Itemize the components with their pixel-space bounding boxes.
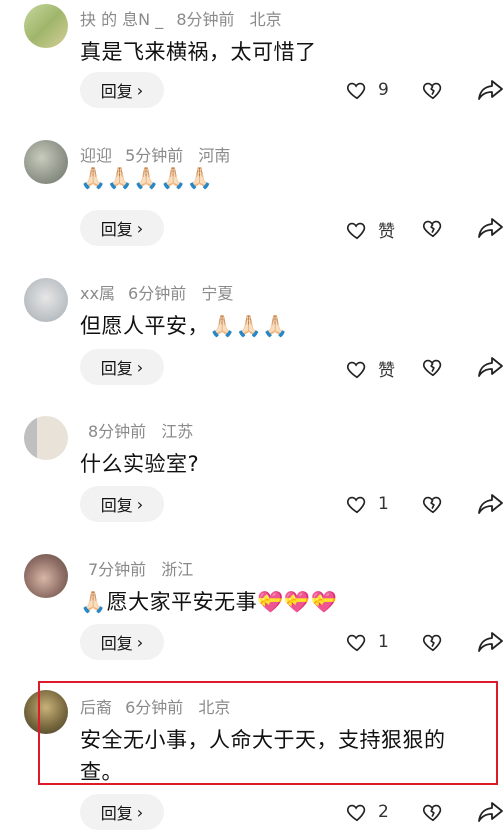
heart-outline-icon	[346, 634, 366, 652]
heart-outline-icon	[346, 496, 366, 514]
timestamp: 6分钟前	[128, 284, 187, 303]
like-button[interactable]: 1	[346, 631, 389, 653]
location: 浙江	[161, 560, 194, 579]
heart-outline-icon	[346, 361, 366, 378]
reply-button[interactable]: 回复 ›	[80, 486, 164, 522]
comment-text: 真是飞来横祸，太可惜了	[80, 40, 317, 64]
avatar[interactable]	[24, 278, 68, 322]
chevron-right-icon: ›	[136, 494, 144, 514]
location: 江苏	[161, 422, 194, 441]
reply-button[interactable]: 回复 ›	[80, 624, 164, 660]
like-button[interactable]: 9	[346, 79, 389, 101]
username[interactable]: 抉 的 息N _	[80, 10, 163, 29]
reply-label: 回复	[100, 359, 133, 378]
heart-outline-icon	[346, 804, 366, 822]
timestamp: 8分钟前	[176, 10, 235, 29]
like-button[interactable]: 赞	[346, 356, 395, 381]
comment-text: 什么实验室?	[80, 452, 200, 476]
like-button[interactable]: 1	[346, 493, 389, 515]
like-button[interactable]: 赞	[346, 217, 395, 242]
like-count: 1	[378, 632, 389, 652]
comment-meta: 迎迎 5分钟前 河南	[80, 142, 230, 166]
reply-label: 回复	[100, 82, 133, 101]
timestamp: 7分钟前	[88, 560, 147, 579]
reply-label: 回复	[100, 220, 133, 239]
share-arrow-icon[interactable]	[478, 217, 504, 239]
broken-heart-icon[interactable]	[422, 493, 444, 515]
broken-heart-icon[interactable]	[422, 356, 444, 378]
location: 河南	[198, 146, 231, 165]
comment-text: 🙏🏻🙏🏻🙏🏻🙏🏻🙏🏻	[80, 166, 214, 190]
comment-meta: xx属 6分钟前 宁夏	[80, 280, 233, 304]
broken-heart-icon[interactable]	[422, 631, 444, 653]
reply-label: 回复	[100, 634, 133, 653]
reply-button[interactable]: 回复 ›	[80, 210, 164, 246]
avatar[interactable]	[24, 416, 68, 460]
reply-label: 回复	[100, 804, 133, 823]
reply-button[interactable]: 回复 ›	[80, 794, 164, 830]
like-count: 赞	[378, 222, 395, 242]
chevron-right-icon: ›	[136, 80, 144, 100]
chevron-right-icon: ›	[136, 218, 144, 238]
comment-meta: 7分钟前 浙江	[80, 556, 193, 580]
avatar[interactable]	[24, 4, 68, 48]
like-count: 1	[378, 494, 389, 514]
like-button[interactable]: 2	[346, 801, 389, 823]
chevron-right-icon: ›	[136, 632, 144, 652]
like-count: 2	[378, 802, 389, 822]
avatar[interactable]	[24, 140, 68, 184]
location: 宁夏	[201, 284, 234, 303]
comment-meta: 8分钟前 江苏	[80, 418, 193, 442]
location: 北京	[249, 10, 282, 29]
broken-heart-icon[interactable]	[422, 801, 444, 823]
username[interactable]: xx属	[80, 284, 115, 303]
heart-outline-icon	[346, 222, 366, 239]
share-arrow-icon[interactable]	[478, 801, 504, 823]
broken-heart-icon[interactable]	[422, 217, 444, 239]
timestamp: 5分钟前	[125, 146, 184, 165]
share-arrow-icon[interactable]	[478, 493, 504, 515]
share-arrow-icon[interactable]	[478, 79, 504, 101]
timestamp: 8分钟前	[88, 422, 147, 441]
username[interactable]: 迎迎	[80, 146, 112, 165]
broken-heart-icon[interactable]	[422, 79, 444, 101]
comment-text: 但愿人平安，🙏🏻🙏🏻🙏🏻	[80, 314, 289, 338]
chevron-right-icon: ›	[136, 802, 144, 822]
reply-label: 回复	[100, 496, 133, 515]
highlight-box	[38, 681, 498, 785]
share-arrow-icon[interactable]	[478, 631, 504, 653]
chevron-right-icon: ›	[136, 357, 144, 377]
share-arrow-icon[interactable]	[478, 356, 504, 378]
comment-text: 🙏🏻愿大家平安无事💝💝💝	[80, 590, 338, 614]
heart-outline-icon	[346, 82, 366, 100]
comment-meta: 抉 的 息N _ 8分钟前 北京	[80, 6, 282, 30]
reply-button[interactable]: 回复 ›	[80, 72, 164, 108]
like-count: 赞	[378, 361, 395, 381]
avatar[interactable]	[24, 554, 68, 598]
reply-button[interactable]: 回复 ›	[80, 349, 164, 385]
like-count: 9	[378, 80, 389, 100]
